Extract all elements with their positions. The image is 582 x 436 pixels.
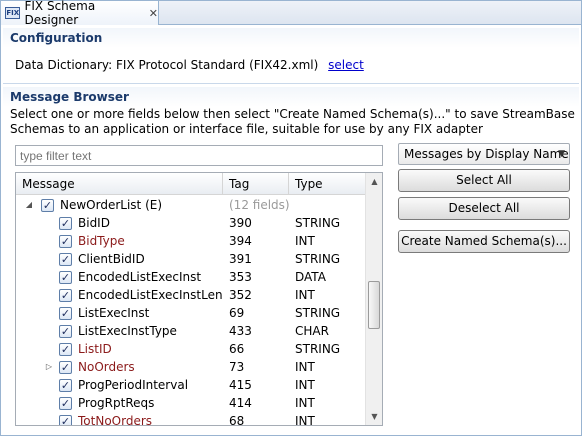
field-tag: 352 bbox=[229, 288, 252, 302]
field-name: BidID bbox=[78, 216, 110, 230]
tab-fix-schema-designer[interactable]: FIX FIX Schema Designer ✕ bbox=[1, 0, 159, 27]
field-type: INT bbox=[295, 360, 315, 374]
table-row[interactable]: ✓ BidType 394 INT bbox=[16, 232, 365, 250]
field-type: STRING bbox=[295, 252, 341, 266]
field-tag: 391 bbox=[229, 252, 252, 266]
field-name: ClientBidID bbox=[78, 252, 145, 266]
editor-frame: FIX FIX Schema Designer ✕ Configuration … bbox=[0, 0, 582, 436]
scroll-up-icon[interactable]: ▲ bbox=[366, 173, 382, 190]
table-row[interactable]: ✓ ClientBidID 391 STRING bbox=[16, 250, 365, 268]
field-tag: 390 bbox=[229, 216, 252, 230]
field-checkbox[interactable]: ✓ bbox=[59, 235, 72, 248]
field-name: BidType bbox=[78, 234, 125, 248]
field-tag: 433 bbox=[229, 324, 252, 338]
scroll-thumb[interactable] bbox=[368, 281, 380, 329]
section-divider bbox=[3, 83, 579, 84]
field-tag: 73 bbox=[229, 360, 245, 374]
message-tree-table[interactable]: Message Tag Type ◢ ✓ NewOrderList (E) (1… bbox=[15, 172, 383, 426]
expanded-twisty-icon[interactable]: ◢ bbox=[24, 196, 34, 214]
column-header-tag[interactable]: Tag bbox=[223, 173, 289, 195]
configuration-section-title[interactable]: Configuration bbox=[3, 28, 579, 48]
sort-mode-select[interactable]: Messages by Display Name ▼ bbox=[398, 143, 570, 165]
data-dictionary-row: Data Dictionary: FIX Protocol Standard (… bbox=[15, 58, 364, 72]
field-type: STRING bbox=[295, 342, 341, 356]
field-checkbox[interactable]: ✓ bbox=[59, 289, 72, 302]
field-tag: 394 bbox=[229, 234, 252, 248]
message-browser-description: Select one or more fields below then sel… bbox=[10, 107, 575, 136]
field-checkbox[interactable]: ✓ bbox=[59, 343, 72, 356]
table-header: Message Tag Type bbox=[16, 173, 365, 195]
field-checkbox[interactable]: ✓ bbox=[59, 307, 72, 320]
message-browser-section-title[interactable]: Message Browser bbox=[3, 87, 579, 107]
column-header-message[interactable]: Message bbox=[16, 173, 223, 195]
field-type: INT bbox=[295, 288, 315, 302]
table-row[interactable]: ✓ TotNoOrders 68 INT bbox=[16, 412, 365, 426]
field-tag: 68 bbox=[229, 414, 245, 426]
deselect-all-button[interactable]: Deselect All bbox=[398, 197, 570, 220]
field-name: TotNoOrders bbox=[78, 414, 153, 426]
field-type: INT bbox=[295, 378, 315, 392]
table-row[interactable]: ✓ ProgPeriodInterval 415 INT bbox=[16, 376, 365, 394]
table-row[interactable]: ✓ BidID 390 STRING bbox=[16, 214, 365, 232]
field-name: EncodedListExecInstLen bbox=[78, 288, 223, 302]
data-dictionary-label: Data Dictionary: bbox=[15, 58, 113, 72]
dropdown-arrow-icon: ▼ bbox=[558, 149, 565, 159]
table-row[interactable]: ✓ EncodedListExecInst 353 DATA bbox=[16, 268, 365, 286]
field-checkbox[interactable]: ✓ bbox=[59, 217, 72, 230]
group-name: NewOrderList (E) bbox=[60, 198, 163, 212]
select-dictionary-link[interactable]: select bbox=[328, 58, 364, 72]
field-tag: 415 bbox=[229, 378, 252, 392]
table-row[interactable]: ✓ ListExecInst 69 STRING bbox=[16, 304, 365, 322]
tree-group-row[interactable]: ◢ ✓ NewOrderList (E) (12 fields) bbox=[16, 196, 365, 214]
select-all-button[interactable]: Select All bbox=[398, 169, 570, 192]
field-checkbox[interactable]: ✓ bbox=[59, 253, 72, 266]
field-name: ListExecInstType bbox=[78, 324, 177, 338]
field-checkbox[interactable]: ✓ bbox=[59, 415, 72, 425]
field-type: INT bbox=[295, 396, 315, 410]
field-type: DATA bbox=[295, 270, 326, 284]
group-checkbox[interactable]: ✓ bbox=[41, 199, 54, 212]
group-field-count: (12 fields) bbox=[229, 198, 290, 212]
field-tag: 414 bbox=[229, 396, 252, 410]
field-name: ListID bbox=[78, 342, 112, 356]
field-tag: 353 bbox=[229, 270, 252, 284]
table-row[interactable]: ✓ ProgRptReqs 414 INT bbox=[16, 394, 365, 412]
field-type: INT bbox=[295, 234, 315, 248]
field-name: NoOrders bbox=[78, 360, 135, 374]
collapsed-twisty-icon[interactable]: ▷ bbox=[44, 358, 54, 376]
field-name: EncodedListExecInst bbox=[78, 270, 202, 284]
field-name: ProgRptReqs bbox=[78, 396, 155, 410]
filter-input[interactable] bbox=[15, 145, 383, 166]
column-header-type[interactable]: Type bbox=[289, 173, 365, 195]
field-checkbox[interactable]: ✓ bbox=[59, 271, 72, 284]
field-checkbox[interactable]: ✓ bbox=[59, 361, 72, 374]
field-checkbox[interactable]: ✓ bbox=[59, 397, 72, 410]
tree-rows: ◢ ✓ NewOrderList (E) (12 fields) ✓ BidID 3… bbox=[16, 196, 365, 426]
field-type: CHAR bbox=[295, 324, 329, 338]
data-dictionary-value: FIX Protocol Standard (FIX42.xml) bbox=[116, 58, 319, 72]
field-checkbox[interactable]: ✓ bbox=[59, 325, 72, 338]
field-type: STRING bbox=[295, 216, 341, 230]
field-name: ProgPeriodInterval bbox=[78, 378, 189, 392]
create-named-schema-button[interactable]: Create Named Schema(s)... bbox=[398, 230, 570, 253]
fix-icon: FIX bbox=[5, 7, 21, 19]
editor-tab-bar: FIX FIX Schema Designer ✕ bbox=[1, 0, 581, 27]
field-type: INT bbox=[295, 414, 315, 426]
field-tag: 66 bbox=[229, 342, 245, 356]
table-row[interactable]: ✓ ListID 66 STRING bbox=[16, 340, 365, 358]
table-row[interactable]: ✓ EncodedListExecInstLen 352 INT bbox=[16, 286, 365, 304]
field-name: ListExecInst bbox=[78, 306, 150, 320]
table-row[interactable]: ▷ ✓ NoOrders 73 INT bbox=[16, 358, 365, 376]
field-tag: 69 bbox=[229, 306, 245, 320]
field-checkbox[interactable]: ✓ bbox=[59, 379, 72, 392]
scroll-down-icon[interactable]: ▼ bbox=[366, 408, 382, 425]
sort-mode-value: Messages by Display Name bbox=[404, 147, 569, 161]
table-row[interactable]: ✓ ListExecInstType 433 CHAR bbox=[16, 322, 365, 340]
close-icon[interactable]: ✕ bbox=[149, 7, 158, 20]
tab-title: FIX Schema Designer bbox=[24, 0, 96, 27]
field-type: STRING bbox=[295, 306, 341, 320]
vertical-scrollbar[interactable]: ▲ ▼ bbox=[365, 173, 382, 425]
